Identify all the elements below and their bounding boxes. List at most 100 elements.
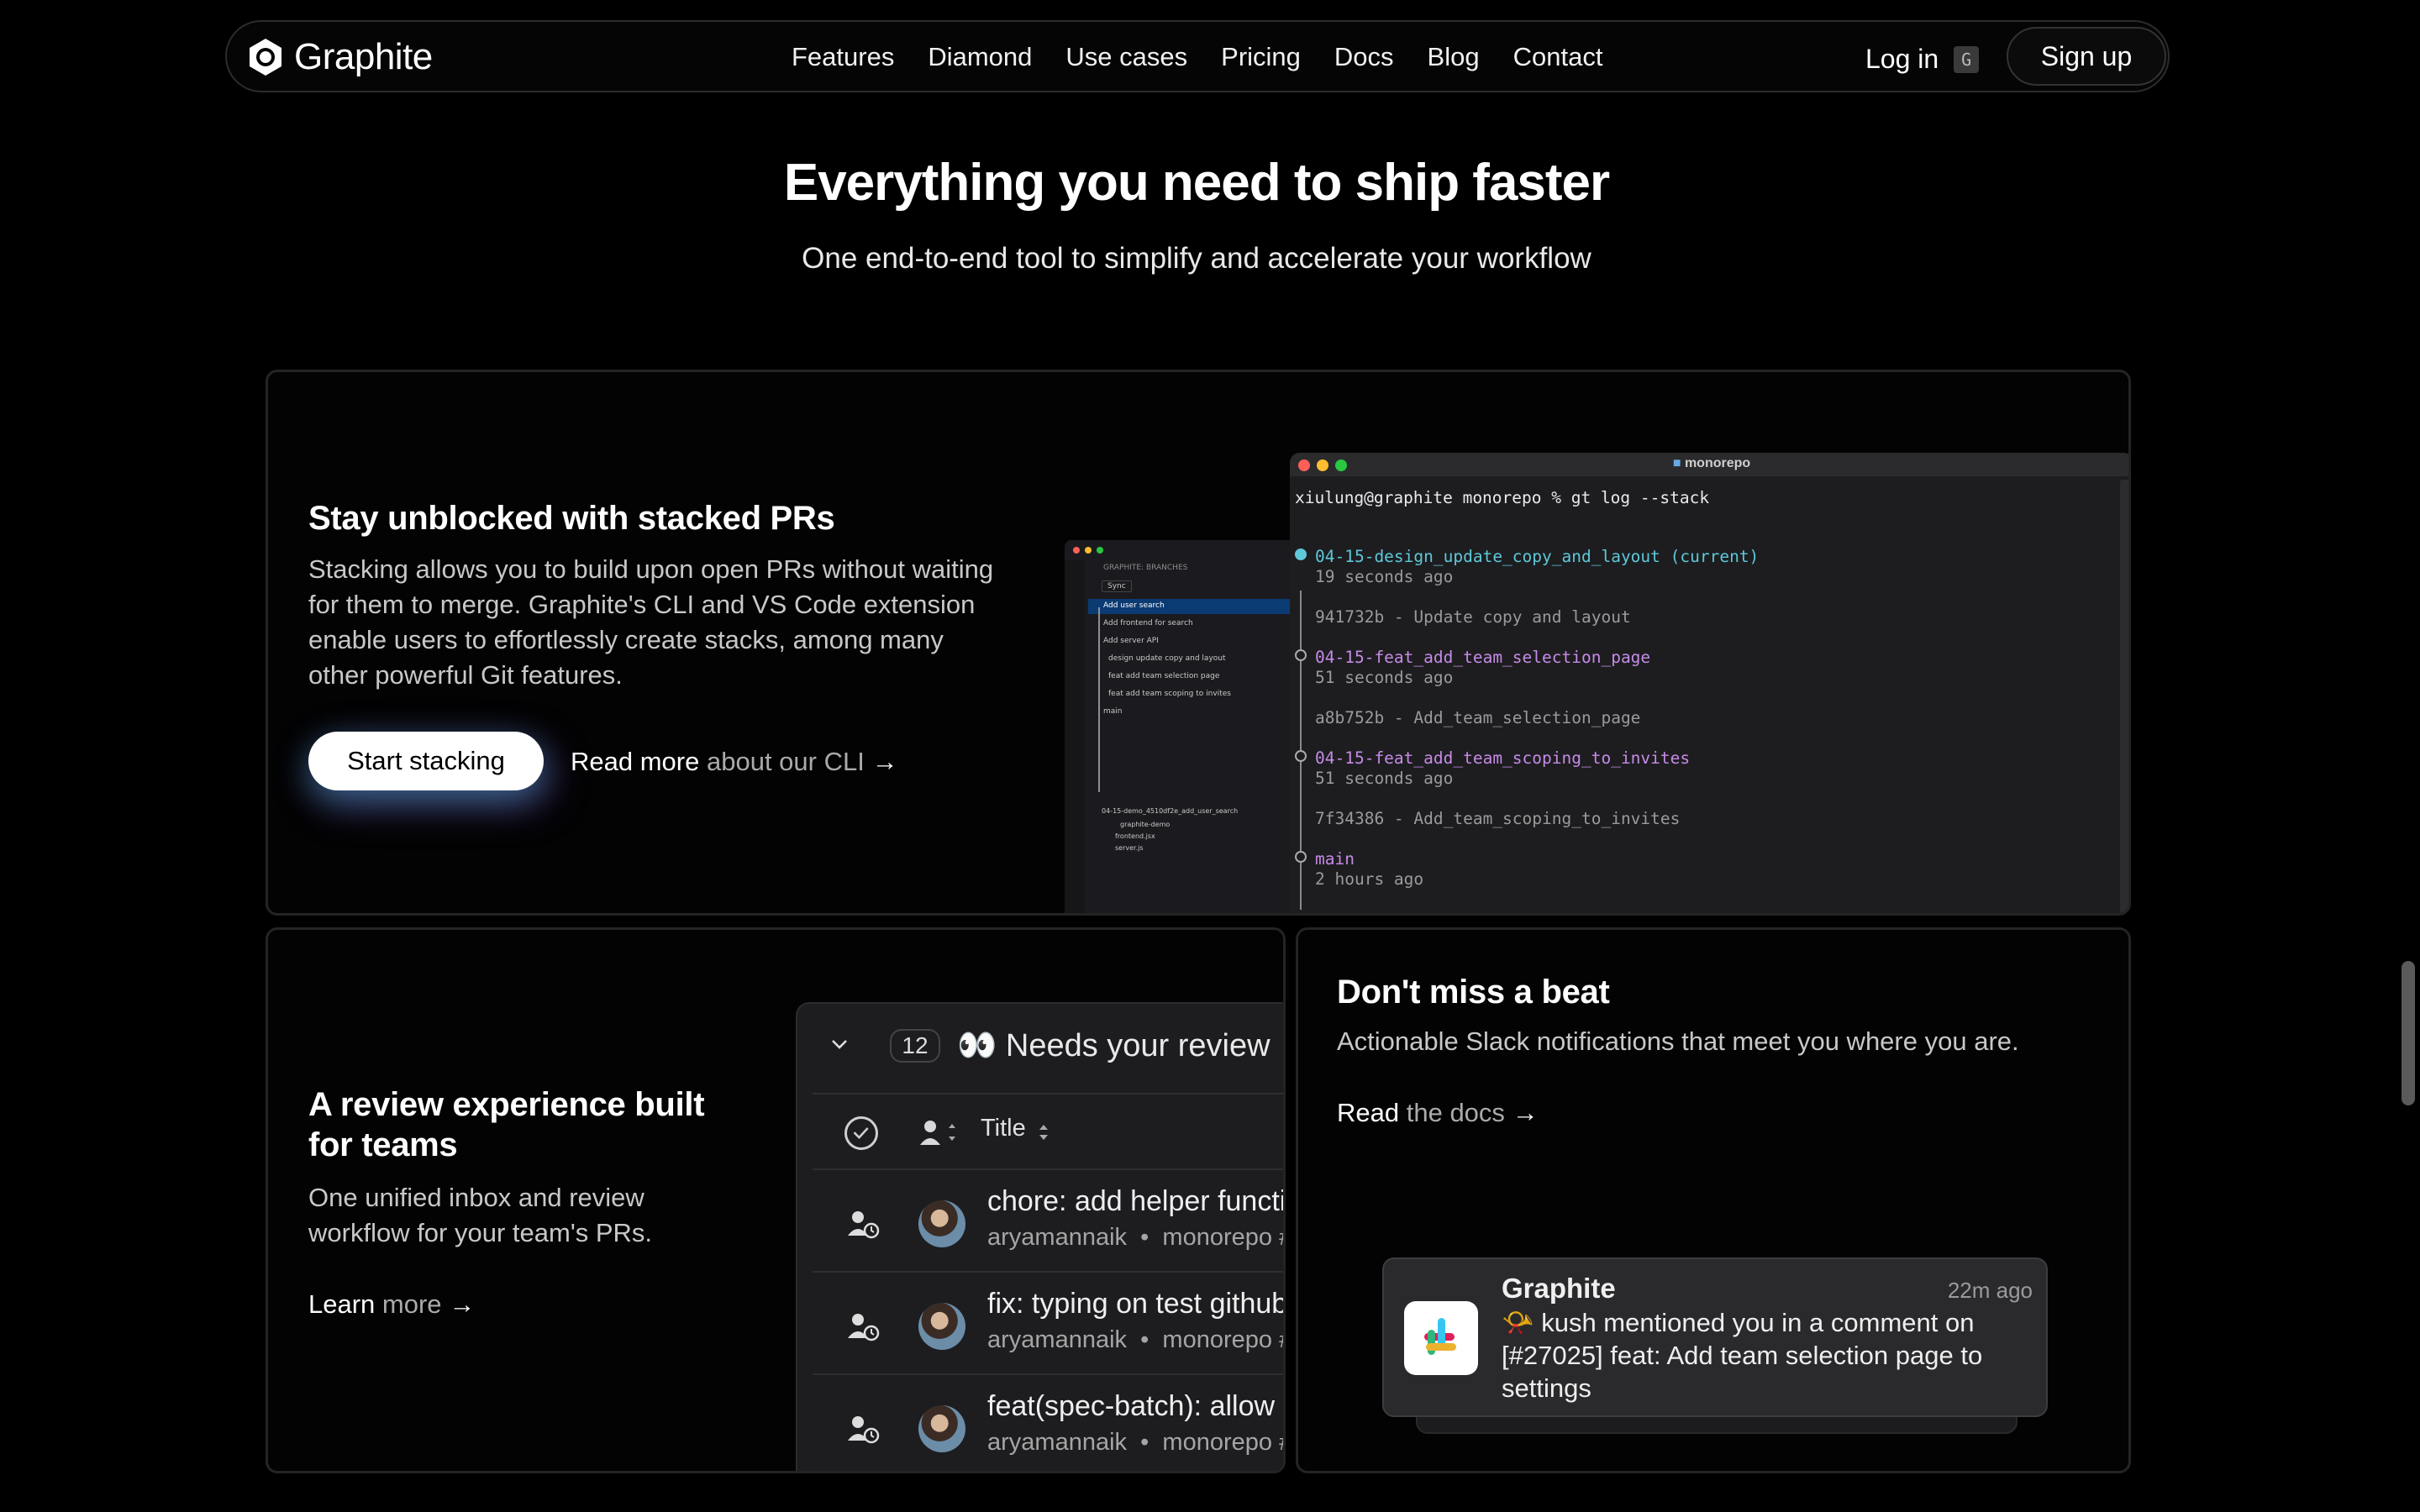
vscode-sync-button[interactable]: Sync <box>1102 580 1132 592</box>
stack-node-current <box>1295 549 1307 560</box>
graphite-logo-icon <box>250 39 281 76</box>
link-strong-text: Read more <box>571 747 700 776</box>
author-sort-icon[interactable] <box>920 1118 960 1148</box>
link-muted-text: the docs <box>1406 1098 1505 1127</box>
slack-logo-icon <box>1404 1301 1478 1375</box>
arrow-right-icon: → <box>1512 1098 1539 1127</box>
pr-repo: monorepo # <box>1162 1429 1286 1456</box>
stacked-prs-card: Stay unblocked with stacked PRs Stacking… <box>266 370 2131 916</box>
chevron-down-icon[interactable] <box>829 1034 850 1054</box>
reviewer-pending-icon <box>848 1416 880 1444</box>
avatar <box>918 1405 965 1452</box>
review-card: A review experience built for teams One … <box>266 927 1286 1473</box>
logo-text: Graphite <box>294 36 433 77</box>
vscode-repo-line: 04-15-demo_4510df2e_add_user_search <box>1102 807 1239 815</box>
folder-icon: ■ <box>1672 456 1681 470</box>
signup-button[interactable]: Sign up <box>2007 27 2166 86</box>
arrow-right-icon: → <box>871 747 898 776</box>
notification-app-name: Graphite <box>1502 1273 1616 1304</box>
stack-node <box>1295 750 1307 762</box>
vscode-branch-item[interactable]: design update copy and layout <box>1108 654 1226 663</box>
pr-meta: aryamannaik • monorepo # <box>987 1429 1286 1457</box>
page-scrollbar[interactable] <box>2402 961 2415 1105</box>
pr-title: feat(spec-batch): allow l <box>987 1390 1286 1422</box>
start-stacking-button[interactable]: Start stacking <box>308 732 544 790</box>
branch-tree-rail <box>1098 607 1100 792</box>
pr-meta: aryamannaik • monorepo # <box>987 1326 1286 1354</box>
vscode-file: frontend.jsx <box>1115 832 1155 840</box>
stack-age: 19 seconds ago <box>1315 567 1454 586</box>
nav-link-diamond[interactable]: Diamond <box>928 42 1032 72</box>
link-strong-text: Read <box>1337 1098 1400 1127</box>
vscode-activity-bar <box>1065 560 1085 913</box>
stack-commit: 941732b - Update copy and layout <box>1315 607 1631 627</box>
slack-card-title: Don't miss a beat <box>1337 974 1610 1011</box>
review-row[interactable]: chore: add helper functi aryamannaik • m… <box>813 1172 1286 1273</box>
vscode-branch-item[interactable]: Add frontend for search <box>1103 619 1193 627</box>
vscode-panel-header: GRAPHITE: BRANCHES <box>1103 564 1188 572</box>
pr-title: fix: typing on test github <box>987 1288 1286 1320</box>
vscode-branch-item[interactable]: feat add team scoping to invites <box>1108 690 1231 698</box>
reviewer-pending-icon <box>848 1211 880 1239</box>
stack-commit: a8b752b - Add_team_selection_page <box>1315 708 1641 727</box>
nav-link-use-cases[interactable]: Use cases <box>1065 42 1187 72</box>
slack-card-body: Actionable Slack notifications that meet… <box>1337 1026 2019 1056</box>
terminal-prompt: xiulung@graphite monorepo % gt log --sta… <box>1295 488 1710 507</box>
review-inbox-preview: 12 👀 Needs your review Title chore: add … <box>796 1002 1286 1471</box>
nav-links: Features Diamond Use cases Pricing Docs … <box>792 42 1602 72</box>
review-row[interactable]: feat(spec-batch): allow l aryamannaik • … <box>813 1377 1286 1471</box>
vscode-branch-item[interactable]: Add server API <box>1103 637 1159 645</box>
login-label: Log in <box>1865 44 1939 74</box>
pr-author: aryamannaik <box>987 1326 1128 1353</box>
sort-icon[interactable] <box>1038 1121 1050 1143</box>
stack-node <box>1295 649 1307 661</box>
review-section-header[interactable]: 12 👀 Needs your review <box>797 1004 1283 1086</box>
hero-subtitle: One end-to-end tool to simplify and acce… <box>802 242 1591 275</box>
stack-branch: 04-15-feat_add_team_scoping_to_invites <box>1315 748 1691 768</box>
nav-link-features[interactable]: Features <box>792 42 894 72</box>
link-muted-text: about our CLI <box>706 747 865 776</box>
vscode-file: server.js <box>1115 844 1144 852</box>
graphite-logo[interactable]: Graphite <box>245 36 433 78</box>
vscode-branch-item[interactable]: main <box>1103 707 1123 716</box>
nav-link-docs[interactable]: Docs <box>1334 42 1394 72</box>
hero-title: Everything you need to ship faster <box>783 154 1610 212</box>
stack-commit: 7f34386 - Add_team_scoping_to_invites <box>1315 809 1681 828</box>
link-strong-text: Learn <box>308 1289 376 1319</box>
terminal-titlebar: ■ monorepo <box>1290 453 2128 476</box>
pr-meta: aryamannaik • monorepo # <box>987 1224 1286 1252</box>
reviewer-pending-icon <box>848 1314 880 1341</box>
select-all-check-icon[interactable] <box>844 1116 878 1150</box>
pr-repo: monorepo # <box>1162 1224 1286 1251</box>
stack-age: 51 seconds ago <box>1315 668 1454 687</box>
top-nav: Graphite Features Diamond Use cases Pric… <box>225 20 2170 92</box>
stacked-prs-title: Stay unblocked with stacked PRs <box>308 500 835 537</box>
stack-node <box>1295 851 1307 863</box>
title-column-header[interactable]: Title <box>981 1115 1026 1142</box>
login-link[interactable]: Log in G <box>1865 44 1980 75</box>
vscode-branch-item[interactable]: Add user search <box>1103 601 1165 610</box>
pr-title: chore: add helper functi <box>987 1185 1286 1217</box>
stacked-prs-body: Stacking allows you to build upon open P… <box>308 554 994 690</box>
slack-card: Don't miss a beat Actionable Slack notif… <box>1296 927 2131 1473</box>
link-muted-text: more <box>381 1289 442 1319</box>
vscode-branch-item[interactable]: feat add team selection page <box>1108 672 1219 680</box>
stack-branch: main <box>1315 849 1355 869</box>
read-more-cli-link[interactable]: Read more about our CLI → <box>571 747 897 777</box>
review-row[interactable]: fix: typing on test github aryamannaik •… <box>813 1274 1286 1375</box>
pr-repo: monorepo # <box>1162 1326 1286 1353</box>
terminal-scrollbar[interactable] <box>2120 480 2128 913</box>
nav-link-contact[interactable]: Contact <box>1513 42 1603 72</box>
arrow-right-icon: → <box>449 1289 476 1319</box>
read-docs-link[interactable]: Read the docs → <box>1337 1098 1539 1128</box>
nav-link-blog[interactable]: Blog <box>1428 42 1480 72</box>
pr-author: aryamannaik <box>987 1429 1128 1456</box>
learn-more-link[interactable]: Learn more → <box>308 1289 475 1320</box>
vscode-folder: graphite-demo <box>1120 821 1171 828</box>
review-section-title: 👀 Needs your review <box>957 1028 1270 1063</box>
window-controls <box>1073 547 1103 554</box>
slack-notification[interactable]: Graphite 22m ago 📯 kush mentioned you in… <box>1382 1257 2048 1417</box>
avatar <box>918 1303 965 1350</box>
nav-link-pricing[interactable]: Pricing <box>1221 42 1301 72</box>
review-card-body: One unified inbox and review workflow fo… <box>308 1183 653 1247</box>
